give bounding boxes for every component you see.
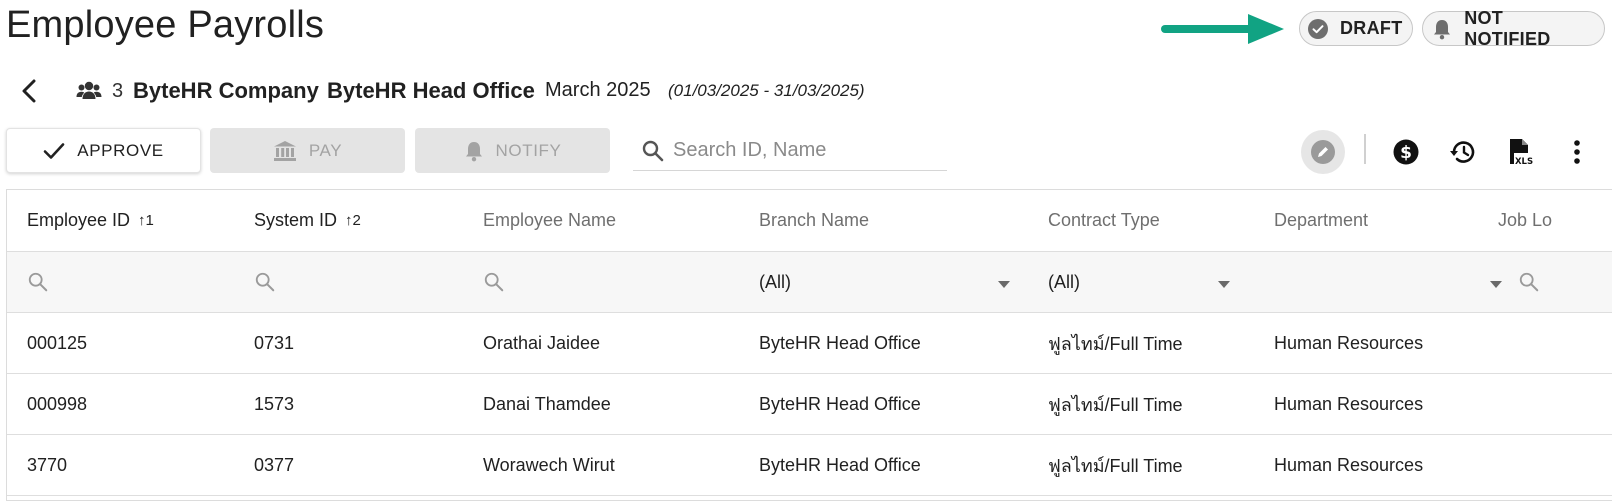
branch-name-cell: ByteHR Head Office <box>759 454 921 475</box>
department-cell: Human Resources <box>1274 332 1424 353</box>
column-header-branch-name[interactable]: Branch Name <box>759 190 869 251</box>
employee-id-cell: 000125 <box>27 332 88 353</box>
search-icon <box>255 272 275 292</box>
search-icon <box>642 140 664 161</box>
arrow-right-icon <box>1161 14 1284 44</box>
payment-summary-button[interactable]: $ <box>1384 130 1428 174</box>
column-header-employee-id[interactable]: Employee ID ↑1 <box>27 190 154 251</box>
filter-row: (All) (All) <box>7 252 1612 313</box>
branch-name-cell: ByteHR Head Office <box>759 332 921 353</box>
xls-export-icon: XLS <box>1510 139 1533 166</box>
approve-button[interactable]: APPROVE <box>6 128 201 173</box>
system-id-filter[interactable] <box>254 252 276 312</box>
column-header-system-id[interactable]: System ID ↑2 <box>254 190 361 251</box>
contract-filter-select[interactable]: (All) <box>1048 252 1080 312</box>
column-label: Contract Type <box>1048 210 1160 230</box>
history-button[interactable] <box>1441 130 1485 174</box>
employee-id-filter[interactable] <box>27 252 49 312</box>
export-xls-button[interactable]: XLS <box>1498 130 1542 174</box>
chevron-down-icon[interactable] <box>1218 281 1230 288</box>
history-icon <box>1450 141 1475 163</box>
people-icon <box>76 81 102 99</box>
branch-name-cell: ByteHR Head Office <box>759 393 921 414</box>
search-icon <box>28 272 48 292</box>
table-row[interactable]: 000125 0731 Orathai Jaidee ByteHR Head O… <box>7 313 1612 374</box>
employee-count: 3 <box>112 80 124 102</box>
chevron-down-icon[interactable] <box>998 281 1010 288</box>
contract-type-cell: ฟูลไทม์/Full Time <box>1048 333 1183 354</box>
notify-label: NOTIFY <box>495 140 562 160</box>
branch-filter-select[interactable]: (All) <box>759 252 791 312</box>
more-vert-icon <box>1574 140 1580 164</box>
check-circle-icon <box>1308 18 1328 40</box>
employee-name-cell: Danai Thamdee <box>483 393 611 414</box>
table-row[interactable]: 3770 0377 Worawech Wirut ByteHR Head Off… <box>7 435 1612 496</box>
column-label: Department <box>1274 210 1369 230</box>
bell-icon <box>1431 18 1452 40</box>
notify-button[interactable]: NOTIFY <box>415 128 610 173</box>
job-location-filter[interactable] <box>1518 252 1540 312</box>
toolbar-divider <box>1364 134 1366 164</box>
payroll-date-range: (01/03/2025 - 31/03/2025) <box>668 81 865 100</box>
department-cell: Human Resources <box>1274 393 1424 414</box>
svg-text:$: $ <box>1400 143 1412 163</box>
back-button[interactable] <box>16 78 42 104</box>
column-label: Employee ID <box>27 210 131 230</box>
system-id-cell: 1573 <box>254 393 295 414</box>
search-input[interactable] <box>673 139 943 162</box>
sort-indicator: ↑1 <box>138 212 154 229</box>
search-icon <box>1519 272 1539 292</box>
draft-status-label: DRAFT <box>1340 18 1403 38</box>
notification-status-badge: NOT NOTIFIED <box>1422 8 1605 49</box>
column-header-department[interactable]: Department <box>1274 190 1368 251</box>
employee-id-cell: 000998 <box>27 393 88 414</box>
svg-text:XLS: XLS <box>1515 157 1533 166</box>
employee-name-cell: Worawech Wirut <box>483 454 615 475</box>
column-header-contract-type[interactable]: Contract Type <box>1048 190 1160 251</box>
system-id-cell: 0377 <box>254 454 295 475</box>
chevron-down-icon[interactable] <box>1490 281 1502 288</box>
money-icon: $ <box>1393 139 1419 165</box>
contract-type-cell: ฟูลไทม์/Full Time <box>1048 455 1183 476</box>
payroll-period: March 2025 <box>545 79 651 101</box>
employee-id-cell: 3770 <box>27 454 68 475</box>
column-label: System ID <box>254 210 338 230</box>
bell-icon <box>464 140 484 162</box>
payroll-grid: Employee ID ↑1 System ID ↑2 Employee Nam… <box>6 189 1612 501</box>
sort-indicator: ↑2 <box>345 212 361 229</box>
contract-type-cell: ฟูลไทม์/Full Time <box>1048 394 1183 415</box>
employee-name-cell: Orathai Jaidee <box>483 332 601 353</box>
search-icon <box>484 272 504 292</box>
employee-name-filter[interactable] <box>483 252 505 312</box>
page-title: Employee Payrolls <box>6 4 325 46</box>
contract-filter-value: (All) <box>1048 271 1080 292</box>
department-cell: Human Resources <box>1274 454 1424 475</box>
column-header-employee-name[interactable]: Employee Name <box>483 190 616 251</box>
approve-label: APPROVE <box>77 140 164 160</box>
edit-button[interactable] <box>1301 130 1345 174</box>
branch-name: ByteHR Head Office <box>327 78 535 103</box>
system-id-cell: 0731 <box>254 332 295 353</box>
column-header-job-location[interactable]: Job Lo <box>1498 190 1552 251</box>
draft-status-badge: DRAFT <box>1299 11 1413 46</box>
pay-label: PAY <box>308 140 343 160</box>
table-row[interactable]: 000998 1573 Danai Thamdee ByteHR Head Of… <box>7 374 1612 435</box>
column-label: Branch Name <box>759 210 870 230</box>
notification-status-label: NOT NOTIFIED <box>1464 7 1551 49</box>
chevron-left-icon <box>22 79 36 103</box>
company-name: ByteHR Company <box>133 78 319 103</box>
more-options-button[interactable] <box>1555 130 1599 174</box>
branch-filter-value: (All) <box>759 271 791 292</box>
edit-icon <box>1311 140 1335 164</box>
pay-button[interactable]: PAY <box>210 128 405 173</box>
column-label: Job Lo <box>1498 210 1553 230</box>
bank-icon <box>273 140 297 162</box>
search-box <box>633 131 947 171</box>
check-icon <box>43 142 65 160</box>
header-row: Employee ID ↑1 System ID ↑2 Employee Nam… <box>7 190 1612 252</box>
department-filter-select[interactable] <box>1274 252 1504 312</box>
column-label: Employee Name <box>483 210 617 230</box>
